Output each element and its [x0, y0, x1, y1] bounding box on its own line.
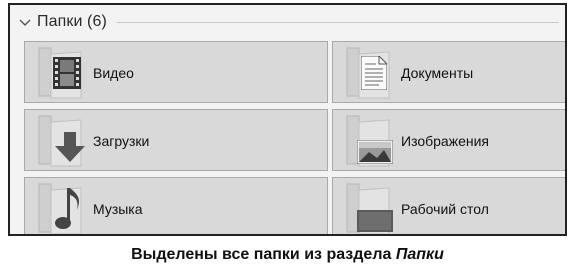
picture-icon [357, 140, 393, 164]
folder-tile-desktop[interactable]: Рабочий стол [332, 177, 565, 234]
folder-label: Изображения [401, 133, 489, 149]
group-title: Папки (6) [37, 13, 107, 30]
figure-caption: Выделены все папки из раздела Папки [0, 246, 575, 264]
chevron-down-icon[interactable] [19, 16, 31, 28]
folder-tile-downloads[interactable]: Загрузки [24, 109, 328, 171]
folder-label: Рабочий стол [401, 201, 489, 217]
folder-label: Видео [93, 65, 134, 81]
folder-label: Загрузки [93, 133, 150, 149]
document-icon [361, 56, 387, 90]
folder-tile-video[interactable]: Видео [24, 41, 328, 103]
download-arrow-icon [55, 132, 85, 162]
folder-tile-music[interactable]: Музыка [24, 177, 328, 234]
video-film-icon [53, 57, 81, 89]
caption-text: Выделены все папки из раздела [131, 246, 392, 263]
folder-tile-documents[interactable]: Документы [332, 41, 565, 103]
explorer-window: Папки (6) Видео Документы Загрузки Изобр… [8, 3, 567, 236]
desktop-icon [357, 210, 393, 232]
group-header-folders[interactable]: Папки (6) [10, 5, 565, 39]
music-note-icon [55, 188, 80, 229]
caption-emphasis: Папки [395, 246, 444, 263]
folder-tile-pictures[interactable]: Изображения [332, 109, 565, 171]
folder-grid: Видео Документы Загрузки Изображения Муз… [24, 41, 565, 234]
group-divider [116, 21, 559, 23]
folder-label: Документы [401, 65, 474, 81]
folder-label: Музыка [93, 201, 143, 217]
